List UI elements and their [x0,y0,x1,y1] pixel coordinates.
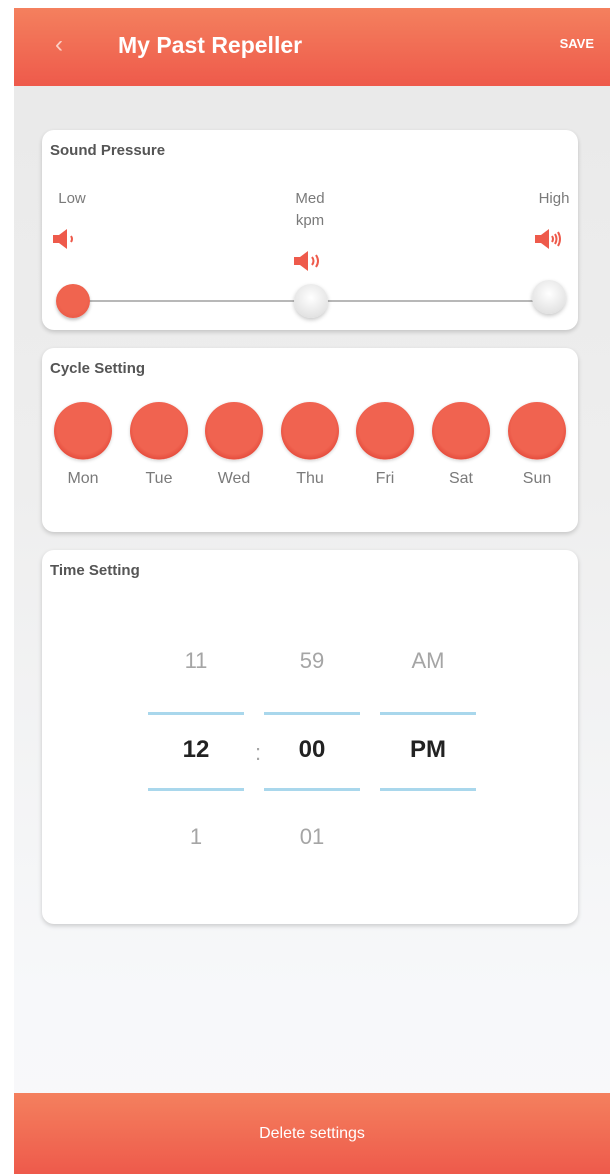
day-sun[interactable]: Sun [506,402,568,488]
day-sat[interactable]: Sat [430,402,492,488]
period-select-line-top [380,712,476,715]
hour-prev[interactable]: 11 [148,648,244,674]
day-mon[interactable]: Mon [52,402,114,488]
day-label: Thu [296,470,324,487]
day-thu[interactable]: Thu [279,402,341,488]
hour-select-line-top [148,712,244,715]
save-button[interactable]: SAVE [560,36,594,51]
day-fri[interactable]: Fri [354,402,416,488]
hour-select-line-bottom [148,788,244,791]
time-setting-card: Time Setting 11 12 1 : 59 00 01 AM PM [42,550,578,924]
day-toggle[interactable] [130,402,188,460]
cycle-setting-title: Cycle Setting [50,360,146,377]
minute-select-line-top [264,712,360,715]
minute-prev-value: 59 [299,648,325,673]
speaker-high-icon [535,229,561,249]
minute-prev[interactable]: 59 [264,648,360,674]
period-select-line-bottom [380,788,476,791]
speaker-med-icon [294,251,319,271]
hour-next[interactable]: 1 [148,824,244,850]
day-tue[interactable]: Tue [128,402,190,488]
minute-next[interactable]: 01 [264,824,360,850]
hour-prev-value: 11 [184,648,208,673]
back-button[interactable]: ‹ [44,28,74,62]
hour-selected[interactable]: 12 [148,736,244,764]
minute-select-line-bottom [264,788,360,791]
day-wed[interactable]: Wed [203,402,265,488]
hour-selected-value: 12 [182,736,210,763]
day-toggle[interactable] [54,402,112,460]
day-toggle[interactable] [205,402,263,460]
sound-slider-thumb-low[interactable] [56,284,90,318]
app-screen: ‹ My Past Repeller SAVE Sound Pressure L… [14,8,610,1174]
minute-selected-value: 00 [298,736,326,763]
hour-next-value: 1 [189,824,203,849]
sound-slider-thumb-med[interactable] [294,284,328,318]
period-prev[interactable]: AM [380,648,476,674]
minute-selected[interactable]: 00 [264,736,360,764]
day-toggle[interactable] [281,402,339,460]
level-med-label: Med [295,190,325,207]
day-toggle[interactable] [508,402,566,460]
chevron-left-icon: ‹ [55,31,63,58]
period-selected[interactable]: PM [380,736,476,764]
page-title: My Past Repeller [118,32,303,58]
period-prev-value: AM [411,648,445,673]
speaker-low-icon [53,229,73,249]
time-setting-title: Time Setting [50,562,140,579]
day-toggle[interactable] [356,402,414,460]
day-label: Sun [522,470,552,487]
app-header: ‹ My Past Repeller SAVE [14,8,610,86]
sound-pressure-card: Sound Pressure Low Med kpm High [42,130,578,330]
cycle-setting-card: Cycle Setting Mon Tue Wed Thu Fri Sat Su… [42,348,578,532]
time-separator: : [255,740,262,765]
minute-next-value: 01 [299,824,325,849]
day-label: Wed [217,470,251,487]
day-toggle[interactable] [432,402,490,460]
level-high-label: High [538,190,570,207]
level-low-label: Low [58,190,86,207]
day-label: Fri [375,470,395,487]
period-selected-value: PM [410,736,446,763]
day-label: Tue [145,470,173,487]
day-label: Mon [67,470,99,487]
sound-pressure-title: Sound Pressure [50,142,166,159]
sound-slider-thumb-high[interactable] [532,280,566,314]
day-label: Sat [448,470,473,487]
delete-settings-button[interactable]: Delete settings [14,1093,610,1174]
level-med-sub-label: kpm [295,212,325,229]
